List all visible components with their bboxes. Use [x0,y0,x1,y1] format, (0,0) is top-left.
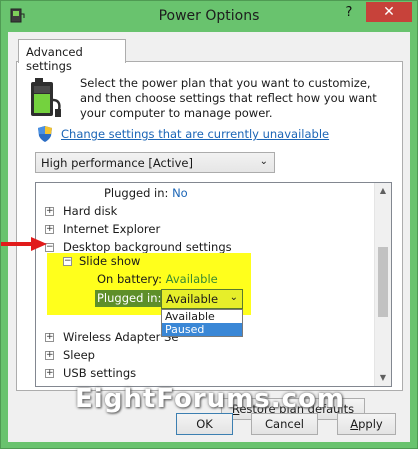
tree-row-hard-disk[interactable]: Hard disk [45,203,117,220]
tree-row-slide-show[interactable]: Slide show [63,253,140,270]
cancel-button[interactable]: Cancel [251,413,318,435]
dialog-client-area: Advanced settings Select the power plan … [8,32,410,442]
chevron-down-icon: ⌄ [229,292,238,303]
uac-shield-icon [38,126,52,142]
tree-label-sleep: Sleep [63,348,95,362]
tree-row-usb-settings[interactable]: USB settings [45,365,136,382]
tree-row-internet-explorer[interactable]: Internet Explorer [45,221,160,238]
change-unavailable-settings-link[interactable]: Change settings that are currently unava… [61,127,329,141]
close-button[interactable]: ✕ [366,2,412,22]
tree-row-wireless-adapter[interactable]: Wireless Adapter Se [45,329,178,346]
expand-plus-icon[interactable] [45,369,54,378]
red-arrow-annotation-icon [1,237,47,251]
apply-button-label: pply [358,417,383,431]
expand-plus-icon[interactable] [45,225,54,234]
apply-button-mnemonic: A [350,417,359,431]
expand-plus-icon[interactable] [45,333,54,342]
tree-row-plugged-in-top[interactable]: Plugged in: No [104,185,188,202]
watermark-text: EightForums.com [75,384,345,414]
help-button[interactable]: ? [337,3,361,23]
collapse-minus-icon[interactable] [63,257,72,266]
power-plan-select[interactable]: High performance [Active] ⌄ [35,152,275,173]
plugged-in-top-label: Plugged in: [104,186,169,200]
tree-label-slide-show: Slide show [79,254,141,268]
battery-plan-icon [31,78,61,117]
tree-row-sleep[interactable]: Sleep [45,347,95,364]
chevron-down-icon: ⌄ [259,156,268,167]
expand-plus-icon[interactable] [45,351,54,360]
plugged-in-select[interactable]: Available ⌄ [161,289,243,309]
expand-plus-icon[interactable] [45,207,54,216]
plugged-in-label: Plugged in: [95,290,164,307]
tree-scrollbar[interactable]: ▲ ▼ [374,183,391,386]
tree-label-desktop-background: Desktop background settings [63,240,232,254]
tree-label-internet-explorer: Internet Explorer [63,222,161,236]
tree-label-hard-disk: Hard disk [63,204,118,218]
plugged-in-label-text: Plugged in: [97,291,162,305]
apply-button[interactable]: Apply [337,413,396,435]
on-battery-value[interactable]: Available [166,272,218,286]
description-text: Select the power plan that you want to c… [80,76,377,120]
tree-row-on-battery[interactable]: On battery: Available [97,271,218,288]
ok-button[interactable]: OK [176,413,233,435]
title-bar[interactable]: Power Options ? ✕ [1,1,417,32]
on-battery-label: On battery: [97,272,163,286]
tab-advanced-settings[interactable]: Advanced settings [18,39,126,73]
plugged-in-select-value: Available [166,292,219,306]
dropdown-option-paused[interactable]: Paused [162,323,242,336]
scroll-up-icon[interactable]: ▲ [375,183,391,199]
dropdown-option-available[interactable]: Available [162,310,242,323]
power-options-window: Power Options ? ✕ Advanced settings Sele… [0,0,418,449]
plugged-in-top-value[interactable]: No [172,186,188,200]
tree-label-usb-settings: USB settings [63,366,137,380]
power-plan-select-value: High performance [Active] [41,156,193,170]
scrollbar-thumb[interactable] [378,247,388,317]
plugged-in-dropdown-list[interactable]: Available Paused [161,309,243,337]
